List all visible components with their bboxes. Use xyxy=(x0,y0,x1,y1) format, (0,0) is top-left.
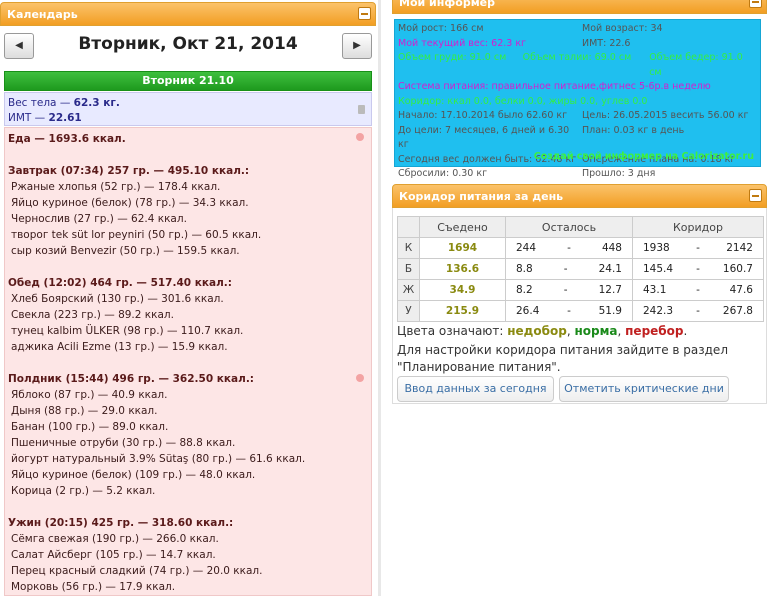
food-item[interactable]: Перец красный сладкий (74 гр.) — 20.0 кк… xyxy=(8,563,368,579)
nutrient-label: У xyxy=(397,300,420,322)
right-column: Мой информер Мой рост: 166 см Мой возрас… xyxy=(390,0,769,596)
column-header: Съедено xyxy=(419,216,506,238)
weight-box: Вес тела — 62.3 кг. ИМТ — 22.61 xyxy=(4,92,372,126)
column-header xyxy=(397,216,420,238)
meal-title[interactable]: Полдник (15:44) 496 гр. — 362.50 ккал.: xyxy=(8,371,368,387)
remaining-range: 26.4-51.9 xyxy=(505,300,633,322)
food-item[interactable]: сыр козий Benvezir (50 гр.) — 159.5 ккал… xyxy=(8,243,368,259)
food-item[interactable]: Яйцо куриное (белок) (109 гр.) — 48.0 кк… xyxy=(8,467,368,483)
apple-icon[interactable] xyxy=(356,374,364,382)
date-title: Вторник, Окт 21, 2014 xyxy=(78,34,298,54)
informer-row: Мой текущий вес: 62.3 кг ИМТ: 22.6 xyxy=(398,37,631,49)
informer-link[interactable]: Создай свой информер на Calorizator.ru xyxy=(534,150,754,165)
corridor-range: 242.3-267.8 xyxy=(632,300,764,322)
remaining-range: 8.8-24.1 xyxy=(505,258,633,280)
remaining-range: 8.2-12.7 xyxy=(505,279,633,301)
remaining-range: 244-448 xyxy=(505,237,633,259)
eaten-value: 136.6 xyxy=(419,258,506,280)
informer-panel-header[interactable]: Мой информер xyxy=(392,0,767,14)
calendar-panel-title: Календарь xyxy=(7,8,78,21)
legend-norm: норма xyxy=(574,324,618,338)
informer-row: До цели: 7 месяцев, 6 дней и 6.30 кг Пла… xyxy=(398,124,685,151)
food-item[interactable]: Банан (100 гр.) — 89.0 ккал. xyxy=(8,419,368,435)
informer-row: Мой рост: 166 см Мой возраст: 34 xyxy=(398,23,663,34)
bmi-value: 22.61 xyxy=(48,112,82,124)
table-row: Ж 34.9 8.2-12.7 43.1-47.6 xyxy=(397,279,764,301)
apple-icon[interactable] xyxy=(356,133,364,141)
day-header[interactable]: Вторник 21.10 xyxy=(4,71,372,91)
weight-value: 62.3 кг. xyxy=(73,97,120,109)
food-item[interactable]: Корица (2 гр.) — 5.2 ккал. xyxy=(8,483,368,499)
next-day-button[interactable]: ▶ xyxy=(342,33,372,59)
food-log: Еда — 1693.6 ккал. Завтрак (07:34) 257 г… xyxy=(4,127,372,596)
food-item[interactable]: Яблоко (87 гр.) — 40.9 ккал. xyxy=(8,387,368,403)
trash-icon[interactable] xyxy=(358,105,365,114)
legend-low: недобор xyxy=(507,324,567,338)
enter-today-button[interactable]: Ввод данных за сегодня xyxy=(397,376,554,402)
legend-over: перебор xyxy=(625,324,684,338)
corridor-rows: К 1694 244-448 1938-2142 Б 136.6 8.8-24.1 145.4… xyxy=(397,237,764,322)
corridor-panel-body: Съедено Осталось Коридор К 1694 244-448 193… xyxy=(392,208,767,404)
informer-norm: Коридор: ккал 0.0, белки 0.0, жиры 0.0, … xyxy=(398,95,648,107)
corridor-table: Съедено Осталось Коридор К 1694 244-448 193… xyxy=(397,216,764,322)
color-legend: Цвета означают: недобор, норма, перебор. xyxy=(397,324,688,338)
calendar-panel-header[interactable]: Календарь xyxy=(0,2,376,26)
table-row: К 1694 244-448 1938-2142 xyxy=(397,237,764,259)
food-total: Еда — 1693.6 ккал. xyxy=(8,133,126,145)
nutrient-label: К xyxy=(397,237,420,259)
food-item[interactable]: йогурт натуральный 3.9% Sütaş (80 гр.) —… xyxy=(8,451,368,467)
food-item[interactable]: Сёмга свежая (190 гр.) — 266.0 ккал. xyxy=(8,531,368,547)
informer-row: Сбросили: 0.30 кг Прошло: 3 дня xyxy=(398,168,656,179)
left-column: Календарь ◀ Вторник, Окт 21, 2014 ▶ Втор… xyxy=(0,0,376,596)
column-divider xyxy=(378,0,381,596)
food-item[interactable]: Дыня (88 гр.) — 29.0 ккал. xyxy=(8,403,368,419)
food-item[interactable]: Свекла (223 гр.) — 89.2 ккал. xyxy=(8,307,368,323)
eaten-value: 215.9 xyxy=(419,300,506,322)
informer-row: Начало: 17.10.2014 было 62.60 кг Цель: 2… xyxy=(398,110,749,121)
nutrient-label: Б xyxy=(397,258,420,280)
informer-system: Система питания: правильное питание,фитн… xyxy=(398,81,711,92)
informer-measures: Объем груди: 91.0 см Объем талии: 69.0 с… xyxy=(398,52,743,78)
meal-title[interactable]: Завтрак (07:34) 257 гр. — 495.10 ккал.: xyxy=(8,163,368,179)
eaten-value: 1694 xyxy=(419,237,506,259)
corridor-range: 145.4-160.7 xyxy=(632,258,764,280)
food-item[interactable]: Яйцо куриное (белок) (78 гр.) — 34.3 кка… xyxy=(8,195,368,211)
food-item[interactable]: Пшеничные отруби (30 гр.) — 88.8 ккал. xyxy=(8,435,368,451)
food-item[interactable]: Морковь (56 гр.) — 17.9 ккал. xyxy=(8,579,368,595)
bmi-line: ИМТ — 22.61 xyxy=(8,112,82,124)
collapse-icon[interactable] xyxy=(749,0,762,8)
column-header: Осталось xyxy=(505,216,633,238)
date-navigation: ◀ Вторник, Окт 21, 2014 ▶ xyxy=(4,32,372,62)
food-item[interactable]: Чернослив (27 гр.) — 62.4 ккал. xyxy=(8,211,368,227)
food-item[interactable]: Ржаные хлопья (52 гр.) — 178.4 ккал. xyxy=(8,179,368,195)
eaten-value: 34.9 xyxy=(419,279,506,301)
nutrient-label: Ж xyxy=(397,279,420,301)
informer-panel-title: Мой информер xyxy=(399,0,496,9)
corridor-panel-title: Коридор питания за день xyxy=(399,190,564,203)
corridor-note: Для настройки коридора питания зайдите в… xyxy=(397,343,728,374)
meal-title[interactable]: Обед (12:02) 464 гр. — 517.40 ккал.: xyxy=(8,275,368,291)
collapse-icon[interactable] xyxy=(358,7,371,20)
meals-list: Завтрак (07:34) 257 гр. — 495.10 ккал.: Р… xyxy=(8,163,368,595)
meal-title[interactable]: Ужин (20:15) 425 гр. — 318.60 ккал.: xyxy=(8,515,368,531)
food-item[interactable]: Хлеб Боярский (130 гр.) — 301.6 ккал. xyxy=(8,291,368,307)
mark-critical-days-button[interactable]: Отметить критические дни xyxy=(559,376,729,402)
table-row: Б 136.6 8.8-24.1 145.4-160.7 xyxy=(397,258,764,280)
column-header: Коридор xyxy=(632,216,764,238)
corridor-range: 43.1-47.6 xyxy=(632,279,764,301)
food-item[interactable]: Салат Айсберг (105 гр.) — 14.7 ккал. xyxy=(8,547,368,563)
corridor-range: 1938-2142 xyxy=(632,237,764,259)
informer-widget[interactable]: Мой рост: 166 см Мой возраст: 34 Мой тек… xyxy=(394,19,761,179)
food-item[interactable]: аджика Acili Ezme (13 гр.) — 15.9 ккал. xyxy=(8,339,368,355)
food-item[interactable]: творог tek süt lor peyniri (50 гр.) — 60… xyxy=(8,227,368,243)
corridor-panel-header[interactable]: Коридор питания за день xyxy=(392,184,767,208)
weight-line: Вес тела — 62.3 кг. xyxy=(8,97,120,109)
table-row: У 215.9 26.4-51.9 242.3-267.8 xyxy=(397,300,764,322)
food-item[interactable]: тунец kalbim ÜLKER (98 гр.) — 110.7 ккал… xyxy=(8,323,368,339)
collapse-icon[interactable] xyxy=(749,189,762,202)
